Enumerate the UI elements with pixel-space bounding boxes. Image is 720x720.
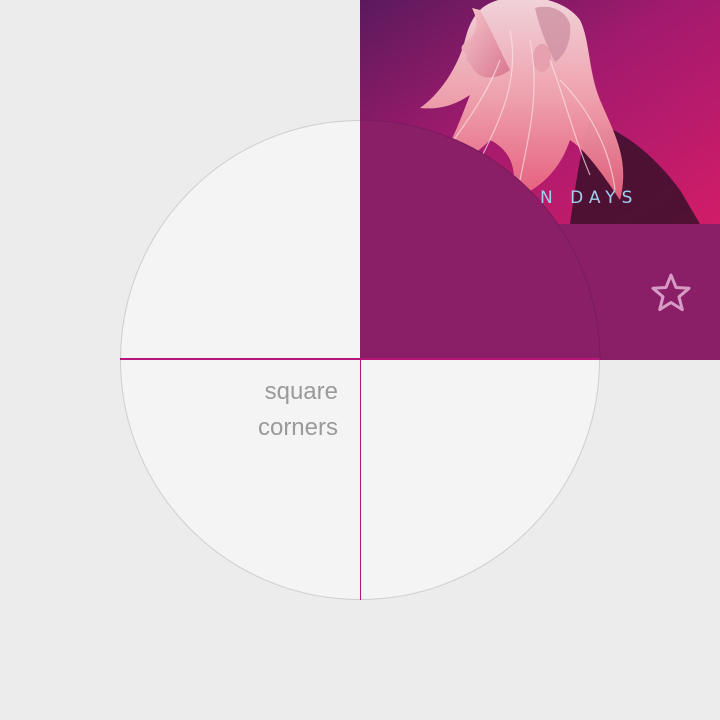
favorite-button[interactable] <box>648 270 694 314</box>
media-card[interactable]: N DAYS <box>360 0 720 360</box>
caption-text: square corners <box>258 374 338 446</box>
album-title-text: N DAYS <box>540 188 639 208</box>
caption-line-1: square <box>264 378 338 405</box>
watch-preview-stage: N DAYS square corners <box>0 0 720 720</box>
star-outline-icon <box>651 273 691 312</box>
caption-line-2: corners <box>257 414 338 441</box>
vertical-guide-line <box>359 360 361 600</box>
